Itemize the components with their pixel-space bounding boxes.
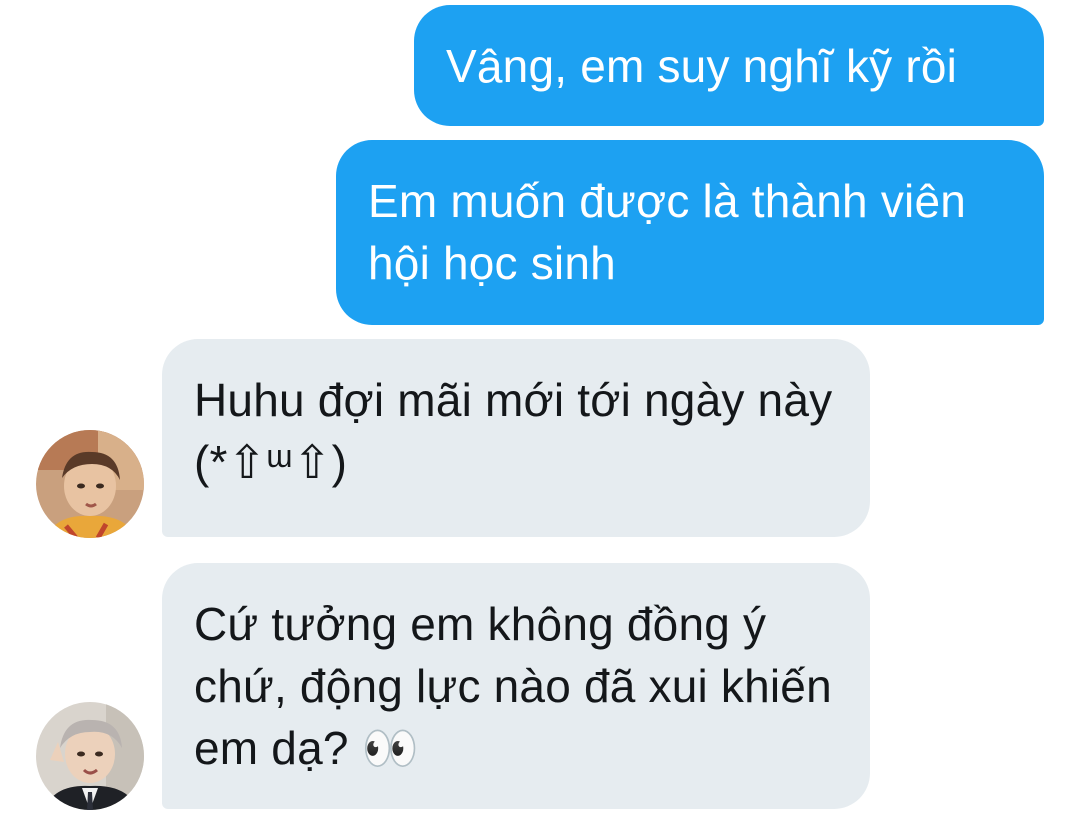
- portrait-icon: [36, 430, 144, 538]
- message-text: Vâng, em suy nghĩ kỹ rồi: [446, 40, 958, 92]
- message-text: Cứ tưởng em không đồng ý chứ, động lực n…: [194, 598, 832, 774]
- avatar[interactable]: [36, 430, 144, 538]
- message-bubble-sent[interactable]: Em muốn được là thành viên hội học sinh: [336, 140, 1044, 325]
- message-bubble-received[interactable]: Huhu đợi mãi mới tới ngày này (*⇧ᵚ⇧): [162, 339, 870, 537]
- message-text: Em muốn được là thành viên hội học sinh: [368, 175, 967, 289]
- message-text: Huhu đợi mãi mới tới ngày này (*⇧ᵚ⇧): [194, 374, 833, 488]
- message-bubble-received[interactable]: Cứ tưởng em không đồng ý chứ, động lực n…: [162, 563, 870, 809]
- avatar[interactable]: [36, 702, 144, 810]
- portrait-icon: [36, 702, 144, 810]
- message-bubble-sent[interactable]: Vâng, em suy nghĩ kỹ rồi: [414, 5, 1044, 126]
